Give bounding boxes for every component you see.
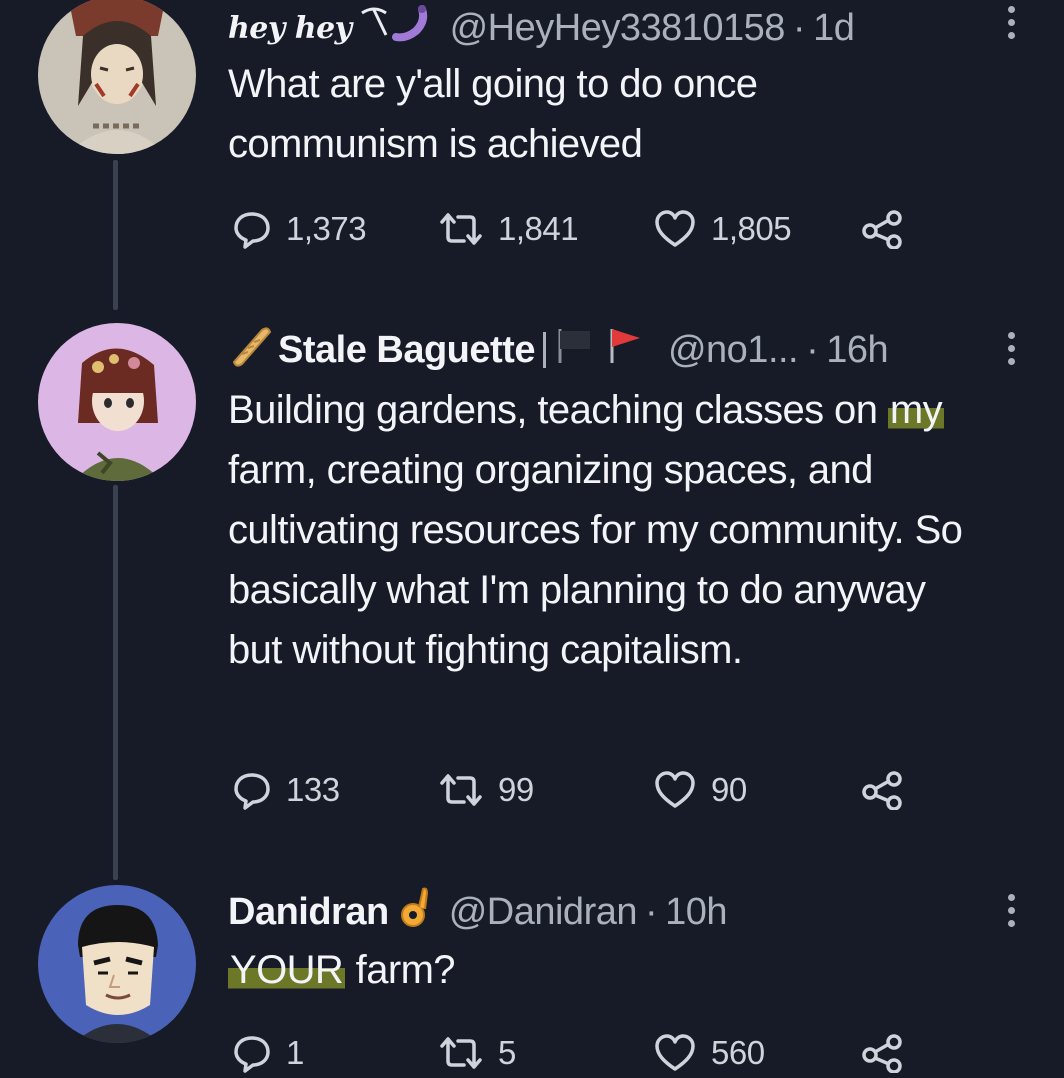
user-handle[interactable]: @HeyHey33810158 [450,7,786,50]
like-button[interactable]: 90 [653,765,747,815]
reply-count: 1,373 [286,210,367,247]
tweet-text: YOUR farm? [228,940,1008,1000]
share-button[interactable] [860,765,906,815]
like-icon [655,1034,695,1071]
retweet-icon [440,1037,482,1069]
flag-icon [606,323,650,377]
reply-icon [234,1036,270,1073]
reply-button[interactable]: 1 [232,1028,304,1078]
tweet-header: Danidran @Danidran · 10h [228,885,728,939]
like-count: 560 [711,1034,765,1071]
display-name[interactable]: Stale Baguette [278,329,535,372]
tweet-text-part: farm? [345,948,456,992]
tweet-text-part: Building gardens, teaching classes on [228,388,888,432]
user-handle[interactable]: @no1... [668,329,799,372]
retweet-count: 1,841 [498,210,579,247]
thread-line-1 [113,160,118,310]
user-handle[interactable]: @Danidran [449,891,638,934]
retweet-count: 99 [498,771,534,808]
share-icon [862,1034,902,1073]
highlighted-word: my [887,388,944,432]
reply-count: 1 [286,1034,304,1071]
retweet-icon [440,774,482,806]
retweet-icon [440,213,482,245]
timestamp[interactable]: 1d [813,7,855,50]
display-name[interactable]: Danidran [228,891,389,934]
avatar[interactable] [38,0,196,154]
highlighted-word: YOUR [228,948,346,992]
more-icon[interactable] [1004,332,1018,365]
pickaxe-icon [356,5,392,51]
reply-icon [234,212,270,249]
timestamp[interactable]: 16h [826,329,888,372]
share-button[interactable] [860,204,906,254]
retweet-button[interactable]: 99 [438,765,534,815]
tweet-text: What are y'all going to do once communis… [228,62,758,166]
more-icon[interactable] [1004,894,1018,927]
share-button[interactable] [860,1028,906,1078]
baguette-icon [228,322,274,378]
worm-icon [391,3,438,53]
reply-button[interactable]: 133 [232,765,340,815]
like-count: 1,805 [711,210,792,247]
share-icon [862,771,902,810]
separator: · [792,6,806,49]
tweet-header: hey hey @HeyHey33810158 · 1d [228,3,855,53]
ok-hand-icon [397,885,437,939]
divider [542,332,546,368]
separator: · [806,328,819,371]
tweet-header: Stale Baguette @no1... · 16h [228,322,889,378]
timestamp[interactable]: 10h [665,891,727,934]
thread-line-2 [113,485,118,880]
retweet-count: 5 [498,1034,516,1071]
more-icon[interactable] [1004,6,1018,39]
like-icon [655,771,695,808]
separator: · [645,890,658,933]
like-icon [655,210,695,247]
flag-icon [554,323,598,377]
display-name[interactable]: hey hey [228,11,352,46]
reply-button[interactable]: 1,373 [232,204,367,254]
reply-count: 133 [286,771,340,808]
tweet-text-part: farm, creating organizing spaces, and cu… [228,448,963,672]
like-count: 90 [711,771,747,808]
reply-icon [234,773,270,810]
retweet-button[interactable]: 5 [438,1028,516,1078]
avatar[interactable] [38,323,196,481]
retweet-button[interactable]: 1,841 [438,204,579,254]
like-button[interactable]: 560 [653,1028,765,1078]
like-button[interactable]: 1,805 [653,204,792,254]
avatar[interactable] [38,885,196,1043]
share-icon [862,210,902,249]
tweet-text: Building gardens, teaching classes on my… [228,380,988,680]
